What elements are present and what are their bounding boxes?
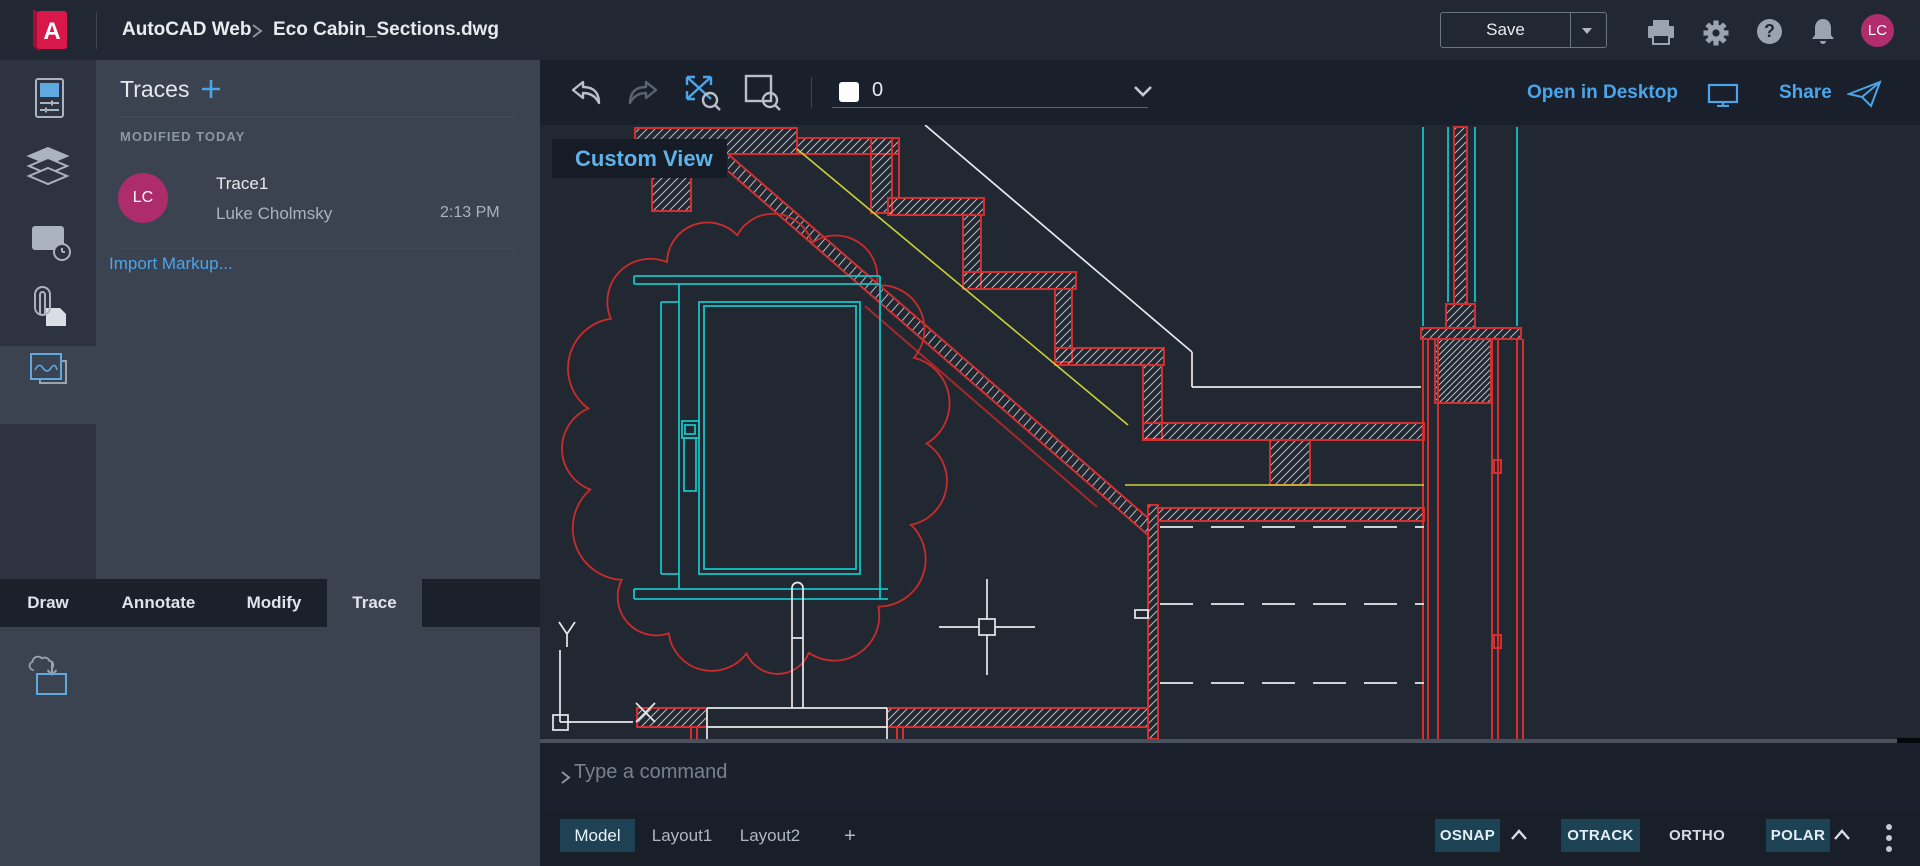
svg-text:A: A xyxy=(43,18,60,45)
